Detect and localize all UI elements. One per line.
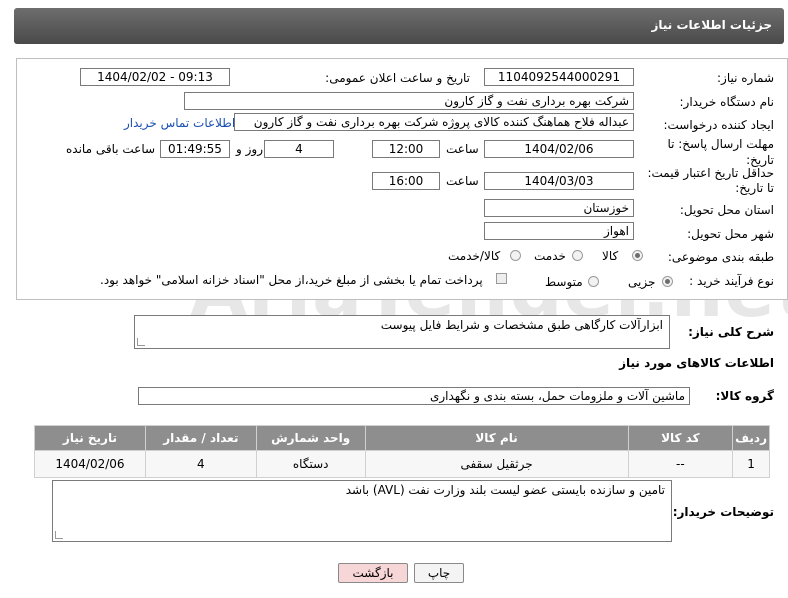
time-remaining-field[interactable]: 01:49:55	[160, 140, 230, 158]
validity-time-label: ساعت	[446, 174, 479, 188]
back-button[interactable]: بازگشت	[338, 563, 408, 583]
purchase-option-minor: جزیی	[628, 275, 656, 289]
items-table: تاریخ نیاز تعداد / مقدار واحد شمارش نام …	[34, 425, 770, 478]
buyer-notes-label: توضیحات خریدار:	[672, 505, 774, 519]
buyer-contact-link[interactable]: اطلاعات تماس خریدار	[124, 116, 235, 130]
cell-need-date: 1404/02/06	[34, 450, 146, 478]
category-radio-goods[interactable]	[632, 250, 643, 261]
validity-time-field[interactable]: 16:00	[372, 172, 440, 190]
col-unit: واحد شمارش	[255, 425, 366, 451]
need-number-label: شماره نیاز:	[717, 71, 774, 85]
purchase-radio-minor[interactable]	[662, 276, 673, 287]
requester-label: ایجاد کننده درخواست:	[663, 118, 774, 132]
goods-info-title: اطلاعات کالاهای مورد نیاز	[619, 356, 774, 370]
resize-grip-icon[interactable]	[55, 531, 63, 539]
validity-label-line1: حداقل تاریخ اعتبار قیمت:	[647, 166, 774, 180]
announce-label: تاریخ و ساعت اعلان عمومی:	[325, 71, 470, 85]
cell-row-number: 1	[732, 450, 770, 478]
col-item-name: نام کالا	[364, 425, 629, 451]
goods-group-field[interactable]: ماشین آلات و ملزومات حمل، بسته بندی و نگ…	[138, 387, 690, 405]
city-label: شهر محل تحویل:	[687, 227, 774, 241]
requester-field[interactable]: عبداله فلاح هماهنگ کننده کالای پروژه شرک…	[234, 113, 634, 131]
purchase-option-medium: متوسط	[545, 275, 583, 289]
buyer-notes-text: تامین و سازنده بایستی عضو لیست بلند وزار…	[345, 483, 665, 497]
buyer-notes-field[interactable]: تامین و سازنده بایستی عضو لیست بلند وزار…	[52, 480, 672, 542]
validity-label-line2: تا تاریخ:	[735, 181, 774, 195]
category-radio-service[interactable]	[572, 250, 583, 261]
province-field[interactable]: خوزستان	[484, 199, 634, 217]
treasury-payment-checkbox[interactable]	[496, 273, 507, 284]
goods-group-label: گروه کالا:	[715, 389, 774, 403]
buyer-org-field[interactable]: شرکت بهره برداری نفت و گاز کارون	[184, 92, 634, 110]
treasury-payment-note: پرداخت تمام یا بخشی از مبلغ خرید،از محل …	[100, 273, 483, 287]
cell-unit: دستگاه	[255, 450, 366, 478]
deadline-time-field[interactable]: 12:00	[372, 140, 440, 158]
time-remaining-label: ساعت باقی مانده	[66, 142, 156, 156]
category-option-service: خدمت	[534, 249, 566, 263]
days-label: روز و	[236, 142, 263, 156]
col-quantity: تعداد / مقدار	[144, 425, 257, 451]
days-remaining-field[interactable]: 4	[264, 140, 334, 158]
deadline-label-line1: مهلت ارسال پاسخ: تا	[667, 137, 774, 151]
col-need-date: تاریخ نیاز	[34, 425, 146, 451]
purchase-type-label: نوع فرآیند خرید :	[689, 274, 774, 288]
cell-item-name: جرثقیل سقفی	[364, 450, 629, 478]
print-button[interactable]: چاپ	[414, 563, 464, 583]
description-label: شرح کلی نیاز:	[688, 325, 774, 339]
panel-header: جزئیات اطلاعات نیاز	[14, 8, 784, 44]
description-field[interactable]: ابزارآلات کارگاهی طبق مشخصات و شرایط فای…	[134, 315, 670, 349]
col-row-number: ردیف	[732, 425, 770, 451]
table-header-row: تاریخ نیاز تعداد / مقدار واحد شمارش نام …	[34, 425, 770, 451]
panel-title: جزئیات اطلاعات نیاز	[651, 18, 772, 32]
resize-grip-icon[interactable]	[137, 338, 145, 346]
buyer-org-label: نام دستگاه خریدار:	[679, 95, 775, 109]
province-label: استان محل تحویل:	[679, 203, 774, 217]
description-text: ابزارآلات کارگاهی طبق مشخصات و شرایط فای…	[380, 318, 663, 332]
category-option-goods-service: کالا/خدمت	[448, 249, 501, 263]
purchase-radio-medium[interactable]	[588, 276, 599, 287]
category-option-goods: کالا	[602, 249, 619, 263]
category-radio-goods-service[interactable]	[510, 250, 521, 261]
need-number-field[interactable]: 1104092544000291	[484, 68, 634, 86]
city-field[interactable]: اهواز	[484, 222, 634, 240]
deadline-date-field[interactable]: 1404/02/06	[484, 140, 634, 158]
table-row[interactable]: 1404/02/06 4 دستگاه جرثقیل سقفی -- 1	[34, 450, 770, 478]
deadline-time-label: ساعت	[446, 142, 479, 156]
category-label: طبقه بندی موضوعی:	[667, 250, 774, 264]
cell-quantity: 4	[144, 450, 257, 478]
cell-item-code: --	[627, 450, 734, 478]
deadline-label-line2: تاریخ:	[746, 153, 774, 167]
col-item-code: کد کالا	[627, 425, 734, 451]
validity-date-field[interactable]: 1404/03/03	[484, 172, 634, 190]
announce-datetime-field[interactable]: 1404/02/02 - 09:13	[80, 68, 230, 86]
